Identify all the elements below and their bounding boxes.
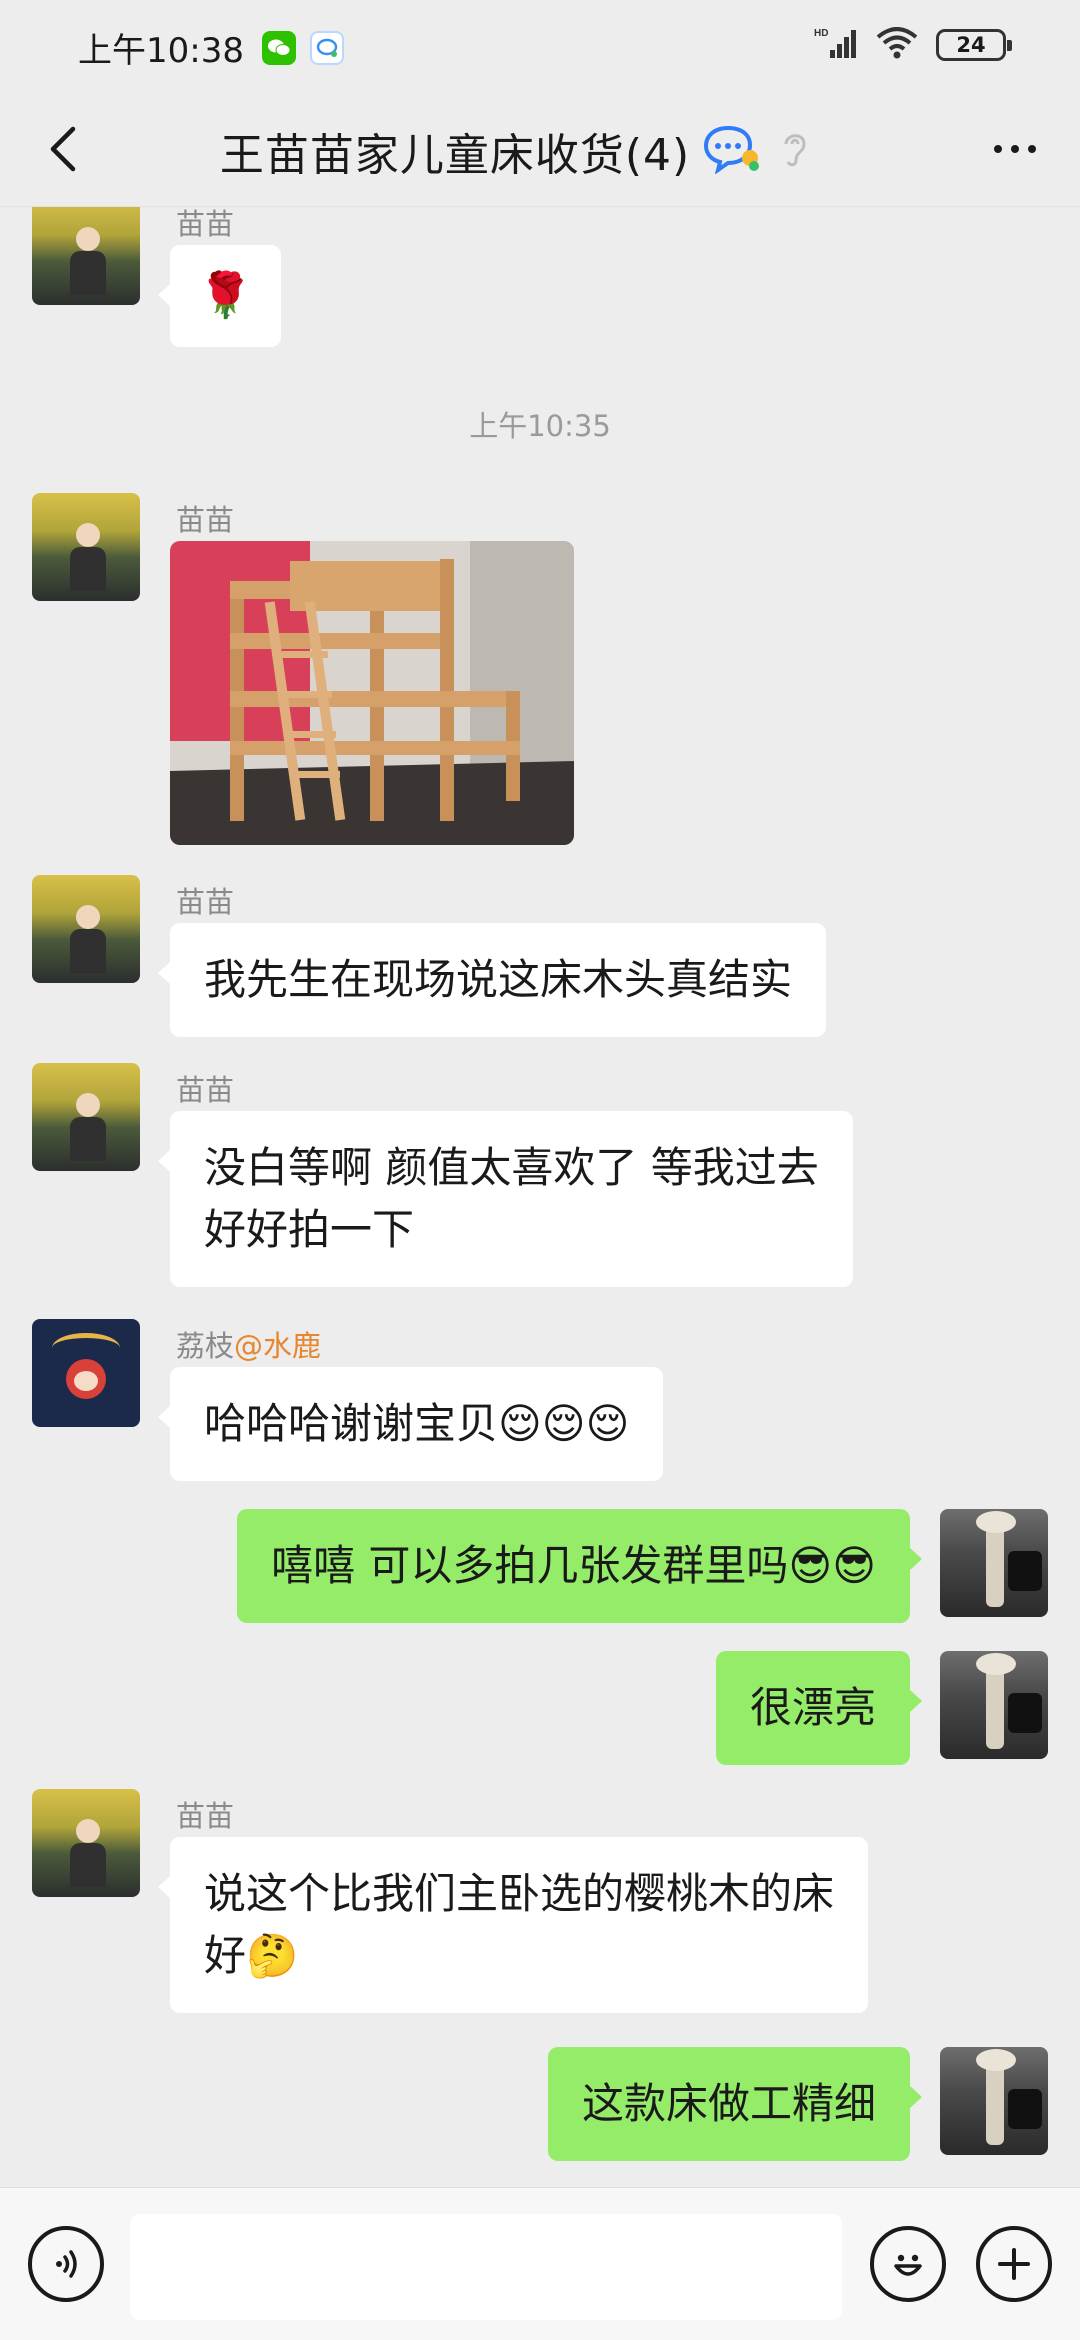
emoji-button[interactable] <box>870 2226 946 2302</box>
rose-emoji: 🌹 <box>198 270 253 321</box>
chat-title: 王苗苗家儿童床收货(4) <box>219 129 691 181</box>
voice-input-button[interactable] <box>28 2226 104 2302</box>
avatar[interactable] <box>32 1789 140 1897</box>
message-text: 嘻嘻 可以多拍几张发群里吗😎😎 <box>271 1541 876 1590</box>
group-assistant-icon[interactable] <box>704 124 762 178</box>
message-text: 我先生在现场说这床木头真结实 <box>204 955 793 1004</box>
message-bubble[interactable]: 🌹 <box>158 245 281 347</box>
message-bubble-self[interactable]: 很漂亮 <box>715 1651 923 1765</box>
sender-name: 苗苗 <box>176 207 235 241</box>
message-text-line: 好🤔 <box>204 1931 299 1980</box>
earpiece-mode-icon <box>780 128 810 174</box>
message-bubble-self[interactable]: 嘻嘻 可以多拍几张发群里吗😎😎 <box>237 1509 922 1623</box>
chat-header: 王苗苗家儿童床收货(4) <box>0 95 1080 207</box>
message-text: 很漂亮 <box>749 1683 876 1732</box>
signal-icon: HD <box>814 26 858 64</box>
sender-name: 苗苗 <box>176 885 235 919</box>
message-bubble[interactable]: 说这个比我们主卧选的樱桃木的床 好🤔 <box>157 1837 869 2013</box>
chat-notification-icon <box>309 30 344 65</box>
avatar[interactable] <box>32 875 140 983</box>
more-dot <box>1028 145 1036 153</box>
self-avatar[interactable] <box>940 2047 1048 2155</box>
battery-indicator: 24 <box>936 29 1012 61</box>
avatar[interactable] <box>32 207 140 305</box>
sender-name: 苗苗 <box>176 1799 235 1833</box>
self-avatar[interactable] <box>940 1509 1048 1617</box>
status-bar: 上午10:38 HD 24 <box>0 0 1080 95</box>
voice-icon <box>56 2250 77 2278</box>
self-avatar[interactable] <box>940 1651 1048 1759</box>
sender-name: 荔枝@水鹿 <box>176 1323 321 1365</box>
message-text-line: 好好拍一下 <box>204 1205 415 1254</box>
timestamp: 上午10:35 <box>469 409 611 443</box>
sender-name-text: 荔枝 <box>176 1329 235 1363</box>
message-bubble-self[interactable]: 这款床做工精细 <box>547 2047 923 2161</box>
status-time: 上午10:38 <box>78 31 244 71</box>
wechat-notification-icon <box>261 30 296 65</box>
avatar[interactable] <box>32 1319 140 1427</box>
more-dot <box>1011 145 1019 153</box>
sender-name: 苗苗 <box>176 1073 235 1107</box>
chevron-left-icon <box>50 126 76 172</box>
avatar[interactable] <box>32 493 140 601</box>
svg-text:HD: HD <box>814 28 828 39</box>
smiley-icon <box>894 2254 922 2276</box>
message-list[interactable]: 苗苗 🌹 上午10:35 苗苗 苗苗 我先生在现场说这床木头真结实 苗苗 没白等… <box>0 207 1080 2187</box>
more-options-button[interactable] <box>980 117 1050 181</box>
avatar[interactable] <box>32 1063 140 1171</box>
message-bubble[interactable]: 没白等啊 颜值太喜欢了 等我过去 好好拍一下 <box>158 1111 853 1287</box>
plus-icon <box>998 2248 1030 2280</box>
more-dots-icon <box>994 145 1002 153</box>
wifi-icon <box>876 27 918 63</box>
mention-tag[interactable]: @水鹿 <box>234 1329 321 1363</box>
message-text-line: 说这个比我们主卧选的樱桃木的床 <box>204 1869 835 1918</box>
bunk-bed-photo[interactable] <box>170 541 574 845</box>
message-text: 哈哈哈谢谢宝贝😌😌😌 <box>204 1399 630 1448</box>
status-indicators: HD 24 <box>814 26 1012 64</box>
message-text-line: 没白等啊 颜值太喜欢了 等我过去 <box>204 1143 819 1192</box>
more-functions-button[interactable] <box>976 2226 1052 2302</box>
input-bar <box>0 2187 1080 2340</box>
message-bubble[interactable]: 我先生在现场说这床木头真结实 <box>157 923 827 1037</box>
message-bubble[interactable]: 哈哈哈谢谢宝贝😌😌😌 <box>157 1367 664 1481</box>
message-text: 这款床做工精细 <box>581 2079 876 2128</box>
sender-name: 苗苗 <box>176 503 235 537</box>
back-button[interactable] <box>30 117 94 181</box>
message-input[interactable] <box>130 2214 842 2320</box>
